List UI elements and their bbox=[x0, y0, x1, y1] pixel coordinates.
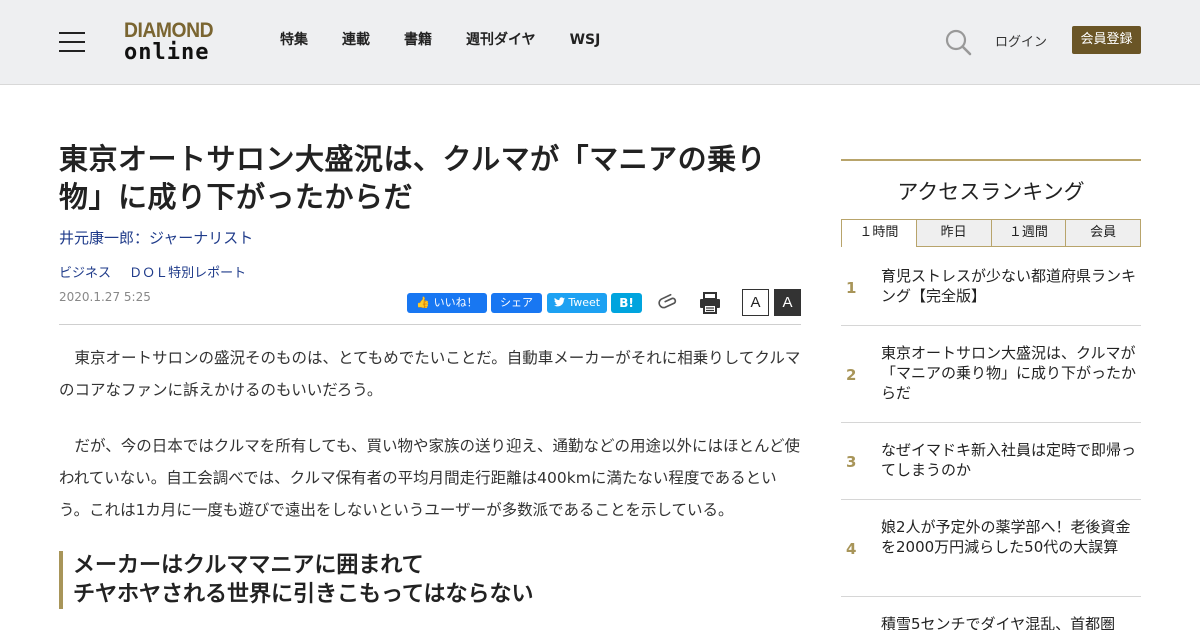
site-logo[interactable]: DIAMOND online bbox=[124, 20, 228, 66]
ranking-item[interactable]: 4 娘2人が予定外の薬学部へ！老後資金を2000万円減らした50代の大誤算 bbox=[841, 500, 1141, 597]
article-author[interactable]: 井元康一郎：ジャーナリスト bbox=[59, 227, 253, 248]
tab-1-week[interactable]: １週間 bbox=[991, 219, 1067, 247]
main-nav: 特集 連載 書籍 週刊ダイヤ WSJ bbox=[280, 31, 634, 49]
subheading-line: チヤホヤされる世界に引きこもってはならない bbox=[73, 582, 534, 607]
article-title: 東京オートサロン大盛況は、クルマが「マニアの乗り物」に成り下がったからだ bbox=[59, 142, 767, 214]
ranking-tabs: １時間 昨日 １週間 会員 bbox=[841, 219, 1141, 247]
ranking-item[interactable]: 1 育児ストレスが少ない都道府県ランキング【完全版】 bbox=[841, 247, 1141, 326]
ranking-text: なぜイマドキ新入社員は定時で即帰ってしまうのか bbox=[881, 441, 1137, 479]
search-icon[interactable] bbox=[944, 28, 972, 56]
ranking-item[interactable]: 3 なぜイマドキ新入社員は定時で即帰ってしまうのか bbox=[841, 423, 1141, 500]
ranking-title: アクセスランキング bbox=[897, 180, 1085, 204]
ranking-item[interactable]: 積雪5センチでダイヤ混乱、首都圏 bbox=[841, 597, 1141, 630]
tweet-label: Tweet bbox=[568, 296, 601, 309]
register-button[interactable]: 会員登録 bbox=[1072, 26, 1141, 54]
facebook-like-label: いいね！ bbox=[433, 296, 478, 309]
site-header: DIAMOND online 特集 連載 書籍 週刊ダイヤ WSJ ログイン 会… bbox=[0, 0, 1200, 85]
article-paragraph: だが、今の日本ではクルマを所有しても、買い物や家族の送り迎え、通勤などの用途以外… bbox=[59, 437, 801, 519]
ranking-number: 3 bbox=[846, 453, 857, 471]
subheading-line: メーカーはクルママニアに囲まれて bbox=[73, 553, 424, 578]
paperclip-icon[interactable] bbox=[658, 291, 680, 313]
menu-icon[interactable] bbox=[59, 32, 85, 52]
ranking-number: 2 bbox=[846, 366, 857, 384]
tab-yesterday[interactable]: 昨日 bbox=[916, 219, 992, 247]
login-link[interactable]: ログイン bbox=[995, 31, 1047, 50]
ranking-text: 娘2人が予定外の薬学部へ！老後資金を2000万円減らした50代の大誤算 bbox=[881, 518, 1131, 556]
font-size-small-button[interactable]: A bbox=[742, 289, 769, 316]
tweet-button[interactable]: Tweet bbox=[547, 293, 607, 313]
ranking-text: 育児ストレスが少ない都道府県ランキング【完全版】 bbox=[881, 267, 1137, 305]
facebook-share-button[interactable]: シェア bbox=[491, 293, 542, 313]
ranking-item[interactable]: 2 東京オートサロン大盛況は、クルマが「マニアの乗り物」に成り下がったからだ bbox=[841, 326, 1141, 423]
twitter-bird-icon bbox=[553, 297, 565, 307]
nav-item-books[interactable]: 書籍 bbox=[404, 31, 432, 49]
article-tags: ビジネス ＤＯＬ特別レポート bbox=[59, 262, 260, 281]
article-divider bbox=[59, 324, 801, 325]
tag-dol-report[interactable]: ＤＯＬ特別レポート bbox=[129, 266, 246, 281]
tag-business[interactable]: ビジネス bbox=[59, 266, 111, 281]
menu-icon-bar bbox=[59, 32, 85, 34]
nav-item-features[interactable]: 特集 bbox=[280, 31, 308, 49]
ranking-number: 4 bbox=[846, 540, 857, 558]
menu-icon-bar bbox=[59, 50, 85, 52]
font-size-large-button[interactable]: A bbox=[774, 289, 801, 316]
logo-bottom-text: online bbox=[124, 40, 210, 65]
thumbs-up-icon: 👍 bbox=[416, 296, 431, 309]
article-subheading: メーカーはクルママニアに囲まれて チヤホヤされる世界に引きこもってはならない bbox=[59, 551, 801, 609]
tab-members[interactable]: 会員 bbox=[1066, 219, 1141, 247]
article-paragraph: 東京オートサロンの盛況そのものは、とてもめでたいことだ。自動車メーカーがそれに相… bbox=[59, 349, 801, 399]
menu-icon-bar bbox=[59, 41, 85, 43]
tab-1-hour[interactable]: １時間 bbox=[841, 219, 917, 247]
hatena-bookmark-button[interactable]: B! bbox=[611, 293, 642, 313]
nav-item-wsj[interactable]: WSJ bbox=[570, 31, 601, 49]
ranking-number: 1 bbox=[846, 279, 857, 297]
print-icon[interactable] bbox=[698, 291, 722, 315]
logo-top-text: DIAMOND bbox=[124, 19, 214, 42]
nav-item-weekly-diamond[interactable]: 週刊ダイヤ bbox=[466, 31, 536, 49]
sidebar-top-rule bbox=[841, 159, 1141, 161]
nav-item-series[interactable]: 連載 bbox=[342, 31, 370, 49]
article-date: 2020.1.27 5:25 bbox=[59, 290, 151, 304]
facebook-like-button[interactable]: 👍 いいね！ bbox=[407, 293, 487, 313]
ranking-text: 積雪5センチでダイヤ混乱、首都圏 bbox=[881, 615, 1116, 630]
ranking-text: 東京オートサロン大盛況は、クルマが「マニアの乗り物」に成り下がったからだ bbox=[881, 344, 1137, 402]
